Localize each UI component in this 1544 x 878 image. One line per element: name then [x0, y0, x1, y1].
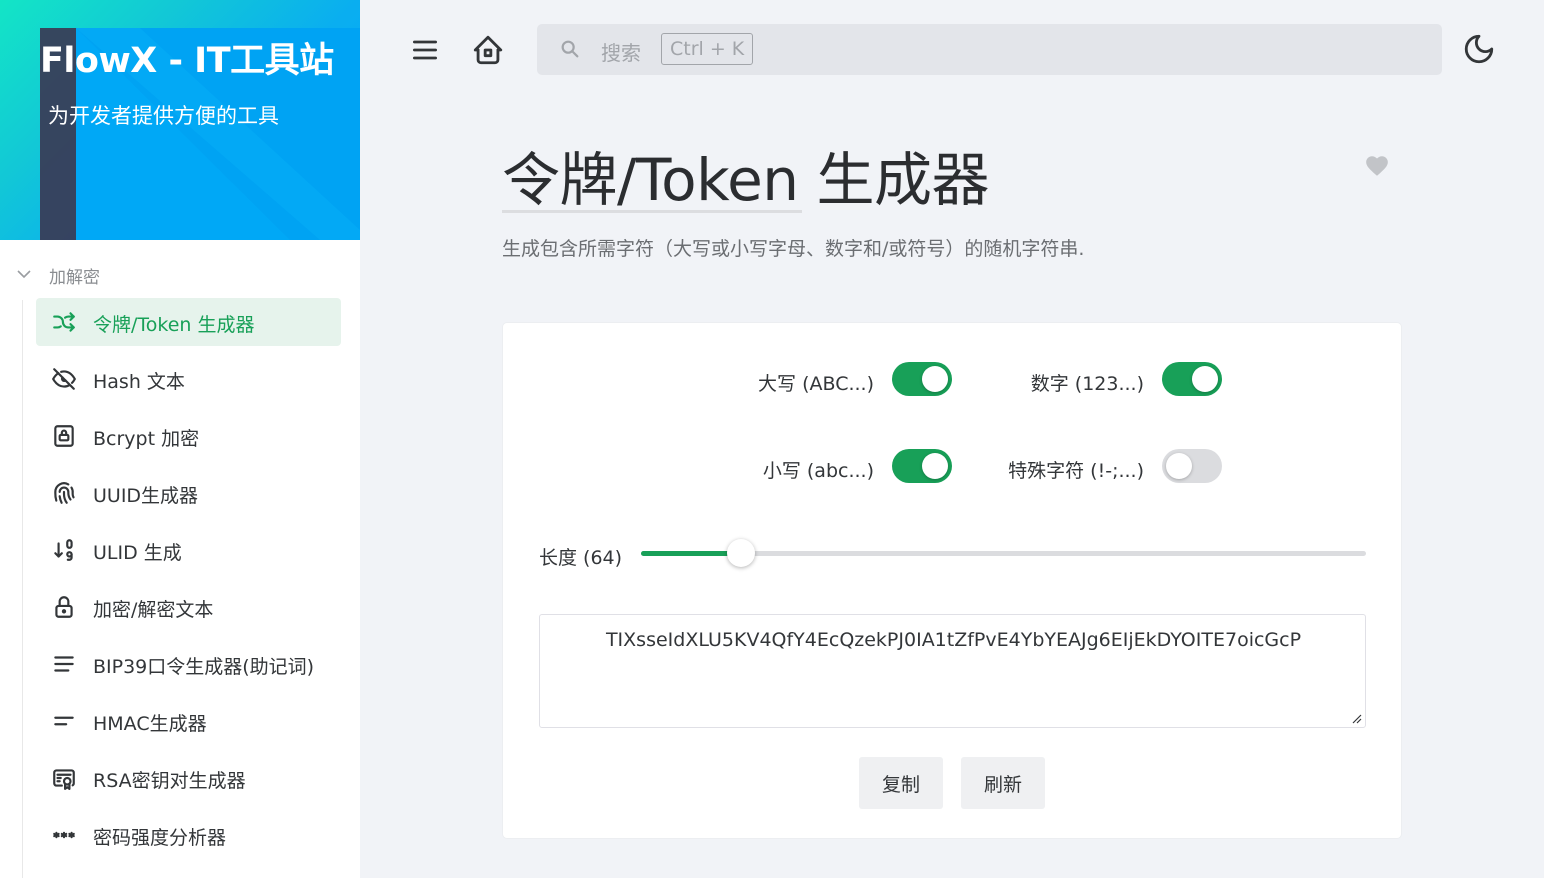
search-placeholder: 搜索	[601, 41, 641, 65]
token-generator-card: 大写 (ABC...) 数字 (123...) 小写 (abc...) 特殊字符…	[502, 322, 1402, 839]
sort-numeric-icon	[50, 536, 78, 564]
length-label: 长度 (64)	[539, 547, 623, 569]
switch-knob	[922, 366, 948, 392]
sidebar-item-token-generator[interactable]: 令牌/Token 生成器	[36, 298, 341, 346]
search-icon	[561, 40, 579, 58]
sidebar-item-label: ULID 生成	[93, 542, 182, 564]
lines-icon	[50, 650, 78, 678]
sidebar-item-label: 加密/解密文本	[93, 599, 214, 621]
resize-grip-icon[interactable]	[1350, 712, 1362, 724]
numbers-switch[interactable]	[1162, 362, 1222, 396]
title-underline	[502, 210, 802, 213]
numbers-label: 数字 (123...)	[1030, 373, 1144, 395]
sidebar-item-uuid[interactable]: UUID生成器	[36, 469, 341, 517]
sidebar-item-label: BIP39口令生成器(助记词)	[93, 656, 315, 678]
favorite-button[interactable]	[1364, 153, 1390, 183]
chevron-down-icon	[17, 270, 31, 279]
refresh-button[interactable]: 刷新	[961, 757, 1045, 809]
lock-square-icon	[50, 422, 78, 450]
sidebar: FlowX - IT工具站 为开发者提供方便的工具 加解密 令牌/Token 生…	[0, 0, 360, 878]
symbols-switch[interactable]	[1162, 449, 1222, 483]
theme-toggle-button[interactable]	[1459, 29, 1499, 69]
slider-fill	[641, 551, 741, 556]
home-button[interactable]	[468, 30, 508, 70]
copy-button[interactable]: 复制	[859, 757, 943, 809]
sidebar-item-encrypt-text[interactable]: 加密/解密文本	[36, 583, 341, 631]
search-bar[interactable]: 搜索 Ctrl + K	[537, 24, 1442, 75]
brand-title: FlowX - IT工具站	[40, 41, 334, 81]
sidebar-item-label: HMAC生成器	[93, 713, 207, 735]
page-title: 令牌/Token 生成器	[502, 146, 990, 214]
length-slider[interactable]	[641, 539, 1366, 567]
heart-icon	[1366, 156, 1388, 176]
sidebar-item-label: RSA密钥对生成器	[93, 770, 246, 792]
sidebar-item-ulid[interactable]: ULID 生成	[36, 526, 341, 574]
password-icon	[50, 821, 78, 849]
lock-icon	[50, 593, 78, 621]
brand-subtitle: 为开发者提供方便的工具	[48, 104, 279, 128]
lowercase-label: 小写 (abc...)	[762, 460, 874, 482]
short-lines-icon	[50, 707, 78, 735]
menu-group-label: 加解密	[49, 268, 100, 288]
page-description: 生成包含所需字符（大写或小写字母、数字和/或符号）的随机字符串.	[502, 238, 1085, 260]
sidebar-item-label: Hash 文本	[93, 371, 185, 393]
shuffle-icon	[50, 308, 78, 336]
lowercase-switch[interactable]	[892, 449, 952, 483]
eye-off-icon	[50, 365, 78, 393]
sidebar-item-label: UUID生成器	[93, 485, 199, 507]
sidebar-item-rsa[interactable]: RSA密钥对生成器	[36, 754, 341, 802]
certificate-icon	[50, 764, 78, 792]
switch-knob	[922, 453, 948, 479]
token-output-text: TIXsseIdXLU5KV4QfY4EcQzekPJ0IA1tZfPvE4Yb…	[605, 629, 1302, 651]
home-icon	[473, 35, 503, 65]
sidebar-item-hmac[interactable]: HMAC生成器	[36, 697, 341, 745]
search-shortcut: Ctrl + K	[661, 33, 754, 65]
sidebar-item-label: 令牌/Token 生成器	[93, 314, 255, 336]
uppercase-label: 大写 (ABC...)	[758, 373, 874, 395]
hamburger-icon	[413, 40, 437, 60]
sidebar-item-label: Bcrypt 加密	[93, 428, 200, 450]
sidebar-menu: 加解密 令牌/Token 生成器 Hash 文本 Bcrypt 加密 UUID生…	[0, 240, 360, 878]
sidebar-item-bcrypt[interactable]: Bcrypt 加密	[36, 412, 341, 460]
switch-knob	[1192, 366, 1218, 392]
moon-icon	[1464, 34, 1494, 64]
brand-hero: FlowX - IT工具站 为开发者提供方便的工具	[0, 0, 360, 240]
symbols-label: 特殊字符 (!-;...)	[1008, 460, 1144, 482]
menu-toggle-button[interactable]	[405, 30, 445, 70]
sidebar-item-hash-text[interactable]: Hash 文本	[36, 355, 341, 403]
slider-handle[interactable]	[727, 539, 755, 567]
sidebar-item-label: 密码强度分析器	[93, 827, 227, 849]
tree-line	[22, 300, 23, 878]
uppercase-switch[interactable]	[892, 362, 952, 396]
token-output[interactable]: TIXsseIdXLU5KV4QfY4EcQzekPJ0IA1tZfPvE4Yb…	[539, 614, 1366, 728]
sidebar-item-password-strength[interactable]: 密码强度分析器	[36, 811, 341, 859]
sidebar-item-bip39[interactable]: BIP39口令生成器(助记词)	[36, 640, 341, 688]
fingerprint-icon	[50, 479, 78, 507]
switch-knob	[1166, 453, 1192, 479]
